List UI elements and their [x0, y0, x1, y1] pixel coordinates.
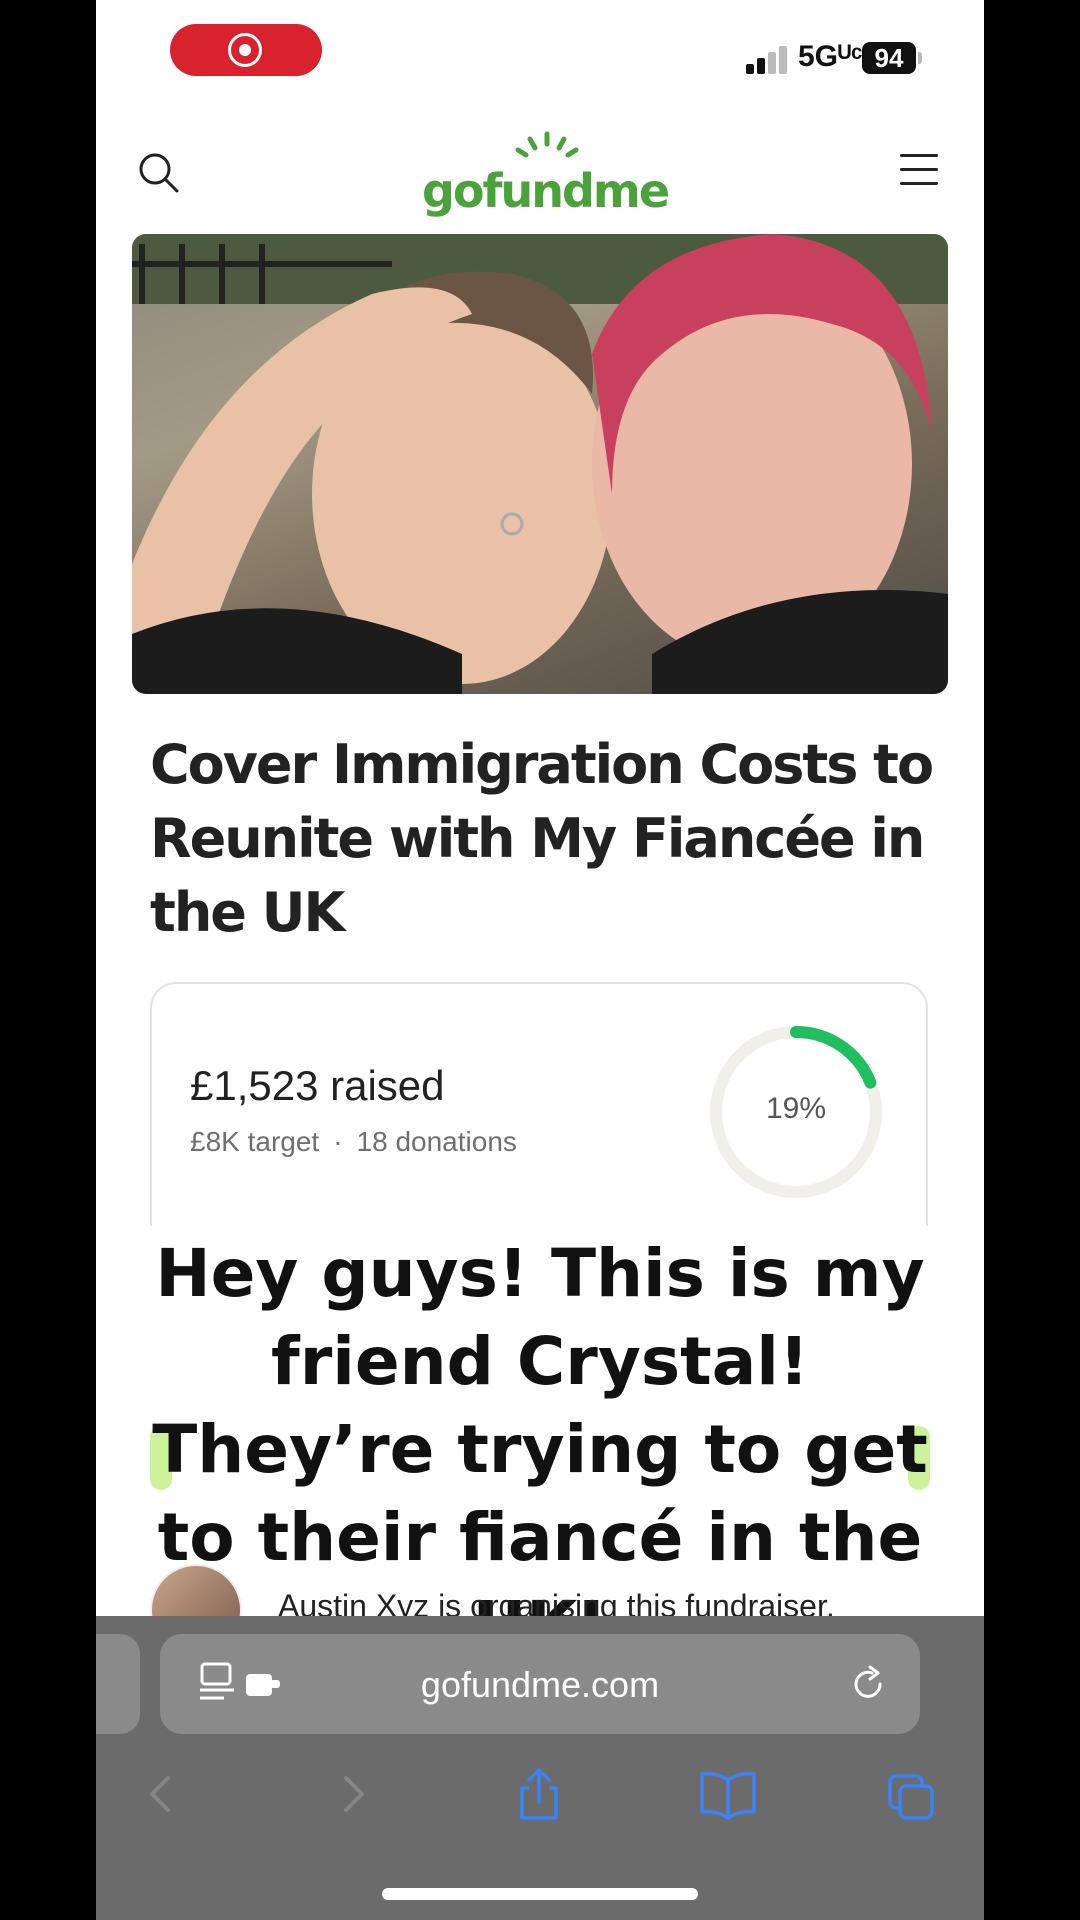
amount-raised: £1,523 raised — [190, 1062, 445, 1109]
progress-percent: 19% — [765, 1092, 827, 1125]
previous-tab-preview[interactable] — [96, 1634, 140, 1734]
donation-count: 18 donations — [356, 1126, 517, 1157]
battery-level: 94 — [862, 42, 922, 74]
meta-separator: · — [333, 1126, 343, 1157]
home-indicator[interactable] — [382, 1888, 698, 1900]
reload-icon[interactable] — [848, 1664, 888, 1704]
bookmarks-icon[interactable] — [698, 1766, 758, 1822]
phone-screen: 5Gᵁᶜ 94 gofundme Cover Immigration Costs… — [96, 0, 984, 1920]
back-icon[interactable] — [136, 1766, 186, 1822]
forward-icon[interactable] — [328, 1766, 378, 1822]
signal-icon — [746, 46, 790, 74]
browser-toolbar: gofundme.com — [96, 1616, 984, 1920]
gofundme-logo[interactable]: gofundme — [420, 130, 670, 220]
campaign-photo — [132, 234, 948, 694]
address-bar[interactable]: gofundme.com — [160, 1634, 920, 1734]
logo-text: gofundme — [421, 164, 670, 218]
network-type: 5Gᵁᶜ — [798, 40, 863, 73]
target-amount: £8K target — [190, 1126, 320, 1157]
organiser-avatar — [150, 1564, 242, 1616]
url-text: gofundme.com — [420, 1664, 660, 1705]
site-header: gofundme — [96, 120, 984, 220]
record-icon — [228, 33, 262, 67]
hamburger-menu-icon[interactable] — [900, 154, 938, 188]
search-icon[interactable] — [136, 150, 180, 194]
share-icon[interactable] — [514, 1766, 564, 1822]
photo-illustration — [132, 234, 948, 694]
screen-recording-indicator[interactable] — [170, 24, 322, 76]
campaign-meta: £8K target · 18 donations — [190, 1126, 517, 1158]
organiser-row: Austin Xyz is organising this fundraiser… — [150, 1564, 950, 1616]
progress-card: £1,523 raised £8K target · 18 donations 19… — [150, 982, 928, 1242]
tabs-icon[interactable] — [886, 1766, 936, 1822]
campaign-title: Cover Immigration Costs to Reunite with … — [150, 733, 934, 944]
status-bar: 5Gᵁᶜ 94 — [96, 0, 984, 110]
logo-sun-icon — [515, 131, 579, 158]
organiser-text: Austin Xyz is organising this fundraiser… — [278, 1588, 835, 1616]
